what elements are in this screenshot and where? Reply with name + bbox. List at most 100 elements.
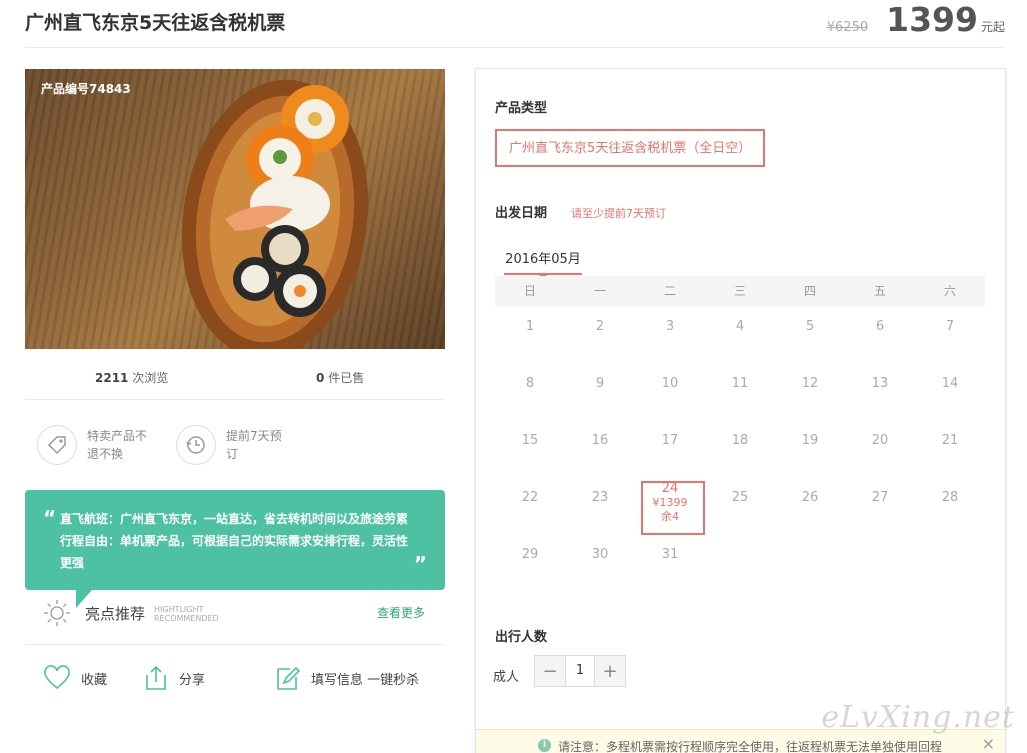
product-code: 产品编号74843 [41,82,131,96]
calendar-day[interactable]: 18 [705,420,775,477]
advance-booking-note: 请至少提前7天预订 [571,207,666,220]
adult-count[interactable]: 1 [565,656,595,686]
clock-history-icon [176,425,216,465]
stats-bar: 2211 次浏览 0 件已售 [25,358,445,400]
calendar-empty-cell [705,534,775,591]
calendar-day[interactable]: 8 [495,363,565,420]
calendar-day[interactable]: 23 [565,477,635,534]
calendar-empty-cell [915,534,985,591]
quote-close-mark: ” [413,552,427,576]
sold-count: 0 [316,371,325,385]
month-tab[interactable]: 2016年05月 [504,249,582,279]
feature-advance-booking: 提前7天预订 [176,425,288,465]
share-label: 分享 [179,672,206,688]
price-block: ¥6250 1399 元起 [827,0,1005,40]
weekday: 五 [873,284,886,298]
sushi-illustration [181,79,369,349]
close-icon[interactable]: × [982,734,995,753]
calendar-day[interactable]: 14 [915,363,985,420]
sun-icon [44,600,70,626]
highlight-subtitle: HIGHTLIGHT RECOMMENDED [154,605,219,623]
calendar-empty-cell [845,534,915,591]
calendar-day[interactable]: 11 [705,363,775,420]
weekday: 六 [943,284,956,298]
sold-stat: 0 件已售 [316,369,364,386]
calendar-day[interactable]: 22 [495,477,565,534]
calendar-day[interactable]: 13 [845,363,915,420]
favorite-label: 收藏 [81,672,108,688]
feature-no-refund: 特卖产品不退不换 [37,425,149,465]
views-stat: 2211 次浏览 [95,369,168,386]
adult-quantity-stepper: − 1 + [534,655,626,687]
share-button[interactable]: 分享 [143,664,205,692]
calendar-day[interactable]: 15 [495,420,565,477]
price-unit: 元起 [980,20,1005,34]
calendar-day[interactable]: 1 [495,306,565,363]
views-count: 2211 [95,371,129,385]
calendar-week: 15 16 17 18 19 20 21 [495,420,985,477]
calendar-day[interactable]: 29 [495,534,565,591]
calendar-day[interactable]: 20 [845,420,915,477]
decrement-button[interactable]: − [535,656,565,686]
calendar-day[interactable]: 25 [705,477,775,534]
weekday: 日 [523,284,536,298]
calendar-week: 22 23 24 ¥1399 余4 25 26 27 28 [495,477,985,535]
calendar-day[interactable]: 28 [915,477,985,534]
calendar-grid: 1 2 3 4 5 6 7 8 9 10 11 12 13 14 15 16 17 18 19 20 21 22 23 24 ¥… [495,306,985,591]
calendar-week: 8 9 10 11 12 13 14 [495,363,985,420]
product-type-option[interactable]: 广州直飞东京5天往返含税机票（全日空） [495,129,766,167]
edit-icon [277,666,301,690]
watermark-logo: eLvXing.net [821,700,1015,735]
product-type-label: 产品类型 [495,101,548,116]
feature-text: 提前7天预订 [226,429,282,461]
calendar-day[interactable]: 21 [915,420,985,477]
calendar-day[interactable]: 3 [635,306,705,363]
fill-info-label: 填写信息 一键秒杀 [311,672,420,688]
calendar-day[interactable]: 7 [915,306,985,363]
calendar-day[interactable]: 2 [565,306,635,363]
notice-text: 请注意：多程机票需按行程顺序完全使用，往返程机票无法单独使用回程 [558,740,943,753]
calendar-day[interactable]: 5 [775,306,845,363]
calendar-day[interactable]: 6 [845,306,915,363]
calendar-day[interactable]: 30 [565,534,635,591]
calendar-day-selected[interactable]: 24 ¥1399 余4 [635,477,705,535]
calendar-day[interactable]: 10 [635,363,705,420]
increment-button[interactable]: + [595,656,625,686]
original-price: ¥6250 [826,20,869,35]
heart-icon [44,665,70,690]
fill-info-button[interactable]: 填写信息 一键秒杀 [275,664,419,692]
calendar-day[interactable]: 19 [775,420,845,477]
favorite-button[interactable]: 收藏 [43,664,107,692]
views-label: 次浏览 [132,371,169,385]
share-icon [146,665,166,690]
month-label: 2016年05月 [505,252,581,267]
highlight-title: 亮点推荐 [85,605,146,623]
product-description: “ 直飞航班：广州直飞东京，一站直达，省去转机时间以及旅途劳累 行程自由：单机票… [25,490,445,590]
quote-open-mark: “ [43,506,57,530]
calendar-day[interactable]: 27 [845,477,915,534]
page-header: 广州直飞东京5天往返含税机票 ¥6250 1399 元起 [25,0,1005,48]
calendar-empty-cell [775,534,845,591]
calendar-day[interactable]: 4 [705,306,775,363]
weekday-header: 日 一 二 三 四 五 六 [495,276,985,306]
calendar-day[interactable]: 17 [635,420,705,477]
tag-icon [37,425,77,465]
calendar-day[interactable]: 12 [775,363,845,420]
booking-panel: 产品类型 广州直飞东京5天往返含税机票（全日空） 出发日期 请至少提前7天预订 … [475,68,1006,753]
calendar-day[interactable]: 26 [775,477,845,534]
departure-date-label: 出发日期 [495,206,548,221]
adult-label: 成人 [493,670,520,685]
weekday: 四 [803,284,816,298]
travelers-label: 出行人数 [495,630,548,645]
calendar-week: 1234567 [495,306,985,363]
weekday: 三 [733,284,746,298]
action-bar: 收藏 分享 填写信息 一键秒杀 [25,660,445,700]
calendar-day[interactable]: 9 [565,363,635,420]
view-more-link[interactable]: 查看更多 [377,604,425,621]
current-price: 1399 [886,0,978,39]
info-icon: i [538,739,551,752]
weekday: 一 [593,284,606,298]
calendar-day[interactable]: 31 [635,534,705,591]
page-title: 广州直飞东京5天往返含税机票 [25,12,286,34]
calendar-day[interactable]: 16 [565,420,635,477]
